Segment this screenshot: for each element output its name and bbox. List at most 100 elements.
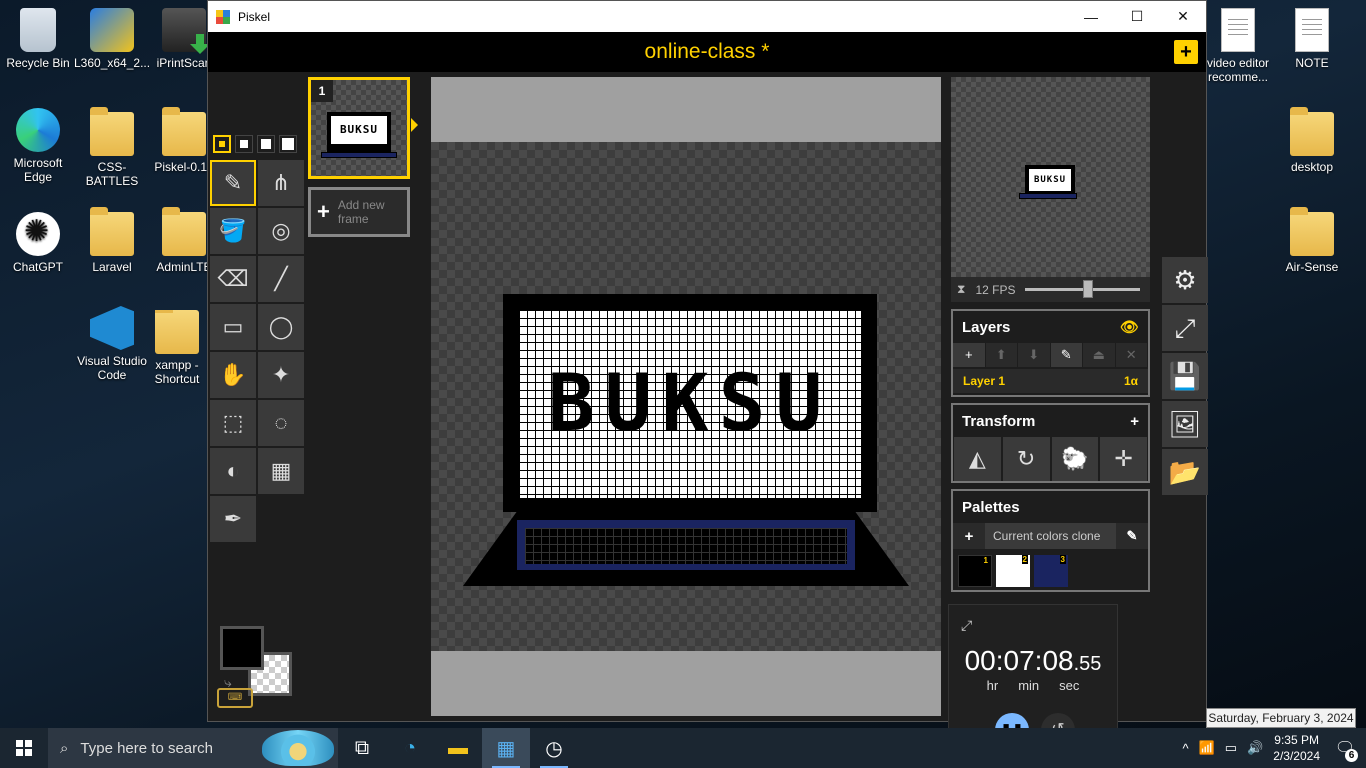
- search-highlight-image: [262, 730, 334, 766]
- desktop-icon-note[interactable]: NOTE: [1274, 8, 1350, 70]
- laptop-drawing: BUKSU: [503, 294, 877, 512]
- search-box[interactable]: ⌕ Type here to search: [48, 728, 338, 768]
- paint-bucket-tool[interactable]: 🪣: [210, 208, 256, 254]
- desktop-icon-xampp[interactable]: xampp - Shortcut: [146, 310, 208, 386]
- pen-size-4[interactable]: [279, 135, 297, 153]
- palette-select[interactable]: Current colors clone: [985, 523, 1116, 549]
- notification-icon[interactable]: 🗨 6: [1330, 738, 1360, 762]
- minimize-button[interactable]: —: [1068, 1, 1114, 32]
- eraser-tool[interactable]: ⌫: [210, 256, 256, 302]
- transform-panel: Transform + ◭ ↻ 🐑 ✛: [951, 403, 1150, 483]
- pen-tool[interactable]: ✎: [210, 160, 256, 206]
- move-layer-up-button[interactable]: ⬆: [986, 343, 1018, 367]
- dithering-tool[interactable]: ▦: [258, 448, 304, 494]
- rectangle-selection-tool[interactable]: ⬚: [210, 400, 256, 446]
- installer-icon: [90, 8, 134, 52]
- rectangle-tool[interactable]: ▭: [210, 304, 256, 350]
- volume-icon[interactable]: 🔊: [1247, 740, 1263, 756]
- eye-icon[interactable]: 👁: [1120, 318, 1139, 336]
- merge-layer-button[interactable]: ⏏: [1083, 343, 1116, 367]
- resize-icon[interactable]: ⤢: [1162, 305, 1208, 351]
- save-icon[interactable]: 💾: [1162, 353, 1208, 399]
- clock-app-icon[interactable]: ◷: [530, 728, 578, 768]
- task-view-icon[interactable]: ⧉: [338, 728, 386, 768]
- document-title[interactable]: online-class *: [645, 40, 770, 64]
- chatgpt-icon: [16, 212, 60, 256]
- close-button[interactable]: ✕: [1160, 1, 1206, 32]
- frame-number: 1: [311, 80, 333, 102]
- desktop-icon-desktop-folder[interactable]: desktop: [1274, 107, 1350, 174]
- taskbar-clock[interactable]: 9:35 PM 2/3/2024: [1273, 732, 1320, 764]
- move-tool[interactable]: ✋: [210, 352, 256, 398]
- edge-taskbar-icon[interactable]: ◔: [386, 728, 434, 768]
- drawing-canvas[interactable]: BUKSU: [431, 142, 941, 651]
- shape-selection-tool[interactable]: ✦: [258, 352, 304, 398]
- side-actions: ⚙ ⤢ 💾 🖼 📂: [1162, 257, 1208, 497]
- move-layer-down-button[interactable]: ⬇: [1018, 343, 1051, 367]
- desktop-icon-vscode[interactable]: Visual Studio Code: [74, 306, 150, 382]
- onion-skin-icon[interactable]: ⧗: [957, 282, 965, 297]
- palettes-title: Palettes: [962, 498, 1020, 516]
- settings-icon[interactable]: ⚙: [1162, 257, 1208, 303]
- pen-size-2[interactable]: [235, 135, 253, 153]
- swatch-2[interactable]: 2: [996, 555, 1030, 587]
- add-layer-button[interactable]: +: [953, 343, 986, 367]
- paint-same-color-tool[interactable]: ◎: [258, 208, 304, 254]
- frame-preview-image: BUKSU: [321, 112, 397, 158]
- desktop-icon-chatgpt[interactable]: ChatGPT: [0, 212, 76, 274]
- edge-icon: [16, 108, 60, 152]
- align-center-icon[interactable]: ✛: [1100, 437, 1147, 481]
- desktop-icon-edge[interactable]: Microsoft Edge: [0, 108, 76, 184]
- keyboard-shortcuts-icon[interactable]: ⌨: [217, 688, 253, 708]
- desktop-icon-air-sense[interactable]: Air-Sense: [1274, 207, 1350, 274]
- frame-thumbnail[interactable]: 1 BUKSU: [308, 77, 418, 179]
- swatch-1[interactable]: 1: [958, 555, 992, 587]
- export-image-icon[interactable]: 🖼: [1162, 401, 1208, 447]
- tool-panel: ✎ ⋔ 🪣 ◎ ⌫ ╱ ▭ ◯ ✋ ✦ ⬚ ◌ ◐ ▦ ✒ ⤷ ⌨: [208, 74, 308, 720]
- clone-icon[interactable]: 🐑: [1051, 437, 1099, 481]
- desktop-icon-video-editor[interactable]: video editor recomme...: [1200, 8, 1276, 84]
- chevron-up-icon[interactable]: ^: [1183, 741, 1189, 756]
- desktop-icon-laravel[interactable]: Laravel: [74, 207, 150, 274]
- vertical-mirror-pen-tool[interactable]: ⋔: [258, 160, 304, 206]
- edit-palette-button[interactable]: ✎: [1116, 528, 1148, 544]
- add-palette-button[interactable]: +: [953, 528, 985, 545]
- rename-layer-button[interactable]: ✎: [1050, 343, 1083, 367]
- search-icon: ⌕: [60, 739, 69, 757]
- layer-item[interactable]: Layer 1 1α: [953, 369, 1148, 393]
- canvas-container: BUKSU: [431, 77, 941, 716]
- fps-slider-knob[interactable]: [1082, 280, 1093, 298]
- piskel-taskbar-icon[interactable]: ▦: [482, 728, 530, 768]
- fps-slider[interactable]: [1025, 280, 1140, 298]
- document-icon: [1221, 8, 1255, 52]
- circle-tool[interactable]: ◯: [258, 304, 304, 350]
- layer-opacity[interactable]: 1α: [1124, 374, 1138, 388]
- stroke-tool[interactable]: ╱: [258, 256, 304, 302]
- fps-bar: ⧗ 12 FPS: [951, 277, 1150, 302]
- lighten-tool[interactable]: ◐: [210, 448, 256, 494]
- add-frame-button[interactable]: + Add new frame: [308, 187, 410, 237]
- primary-color[interactable]: [220, 626, 264, 670]
- desktop-icon-recycle-bin[interactable]: Recycle Bin: [0, 8, 76, 70]
- desktop-icon-css-battles[interactable]: CSS-BATTLES: [74, 107, 150, 188]
- maximize-button[interactable]: ☐: [1114, 1, 1160, 32]
- start-button[interactable]: [0, 728, 48, 768]
- battery-icon[interactable]: ▭: [1225, 740, 1237, 756]
- plus-icon[interactable]: +: [1130, 413, 1139, 430]
- rotate-icon[interactable]: ↻: [1002, 437, 1050, 481]
- pen-size-1[interactable]: [213, 135, 231, 153]
- network-icon[interactable]: 📶: [1199, 740, 1215, 756]
- new-sprite-button[interactable]: +: [1174, 40, 1198, 64]
- file-explorer-icon[interactable]: ▬: [434, 728, 482, 768]
- swatch-3[interactable]: 3: [1034, 555, 1068, 587]
- expand-icon[interactable]: ⤢: [961, 617, 972, 634]
- flip-icon[interactable]: ◭: [954, 437, 1001, 481]
- desktop-icon-installer[interactable]: L360_x64_2...: [74, 8, 150, 70]
- stopwatch-time: 00:07:08.55: [964, 645, 1102, 676]
- lasso-selection-tool[interactable]: ◌: [258, 400, 304, 446]
- open-folder-icon[interactable]: 📂: [1162, 449, 1208, 495]
- pen-size-3[interactable]: [257, 135, 275, 153]
- delete-layer-button[interactable]: ✕: [1116, 343, 1148, 367]
- windows-logo-icon: [16, 740, 32, 756]
- color-picker-tool[interactable]: ✒: [210, 496, 256, 542]
